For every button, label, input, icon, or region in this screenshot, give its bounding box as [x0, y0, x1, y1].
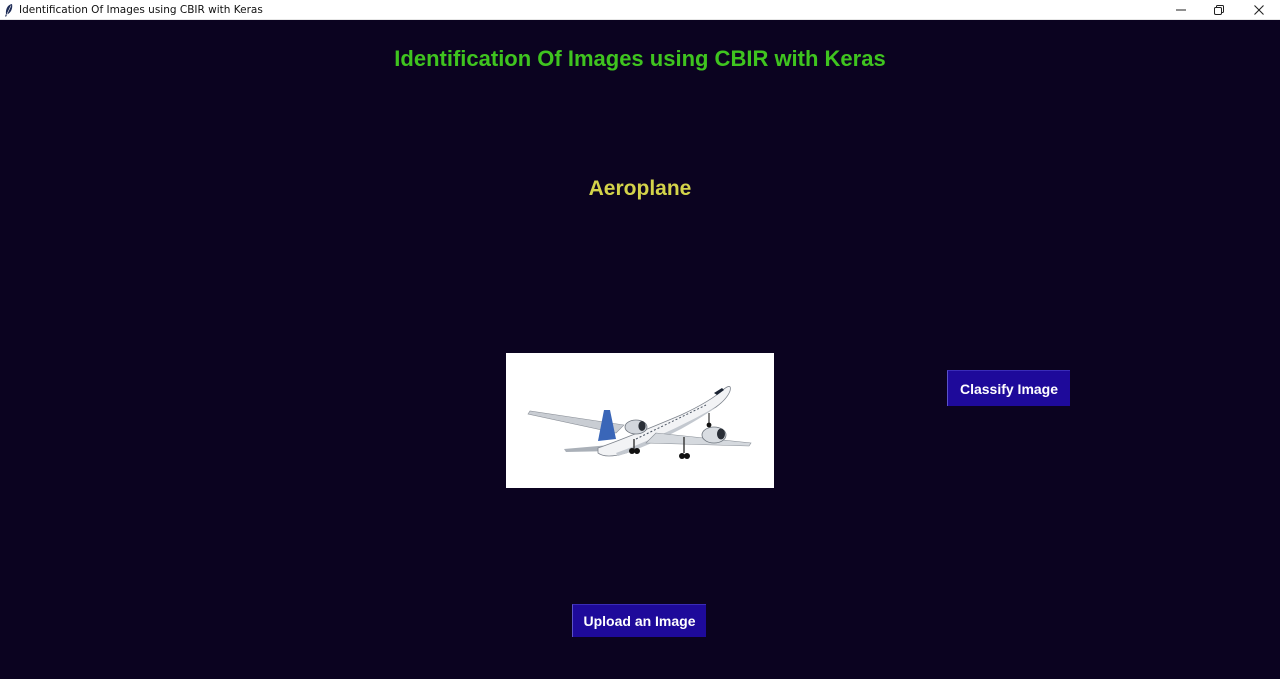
close-button[interactable]: [1240, 0, 1278, 20]
restore-button[interactable]: [1200, 0, 1238, 20]
prediction-label: Aeroplane: [588, 177, 692, 200]
page-title: Identification Of Images using CBIR with…: [394, 46, 886, 71]
feather-icon: [5, 4, 13, 17]
airplane-image: [527, 386, 752, 459]
window-title: Identification Of Images using CBIR with…: [19, 4, 263, 16]
classify-image-button[interactable]: Classify Image: [947, 370, 1070, 406]
window-titlebar: Identification Of Images using CBIR with…: [0, 0, 1280, 20]
restore-icon: [1214, 5, 1224, 15]
close-icon: [1254, 5, 1264, 15]
image-preview: [506, 353, 774, 488]
upload-image-button[interactable]: Upload an Image: [572, 604, 706, 637]
minimize-icon: [1176, 9, 1186, 11]
minimize-button[interactable]: [1162, 0, 1200, 20]
